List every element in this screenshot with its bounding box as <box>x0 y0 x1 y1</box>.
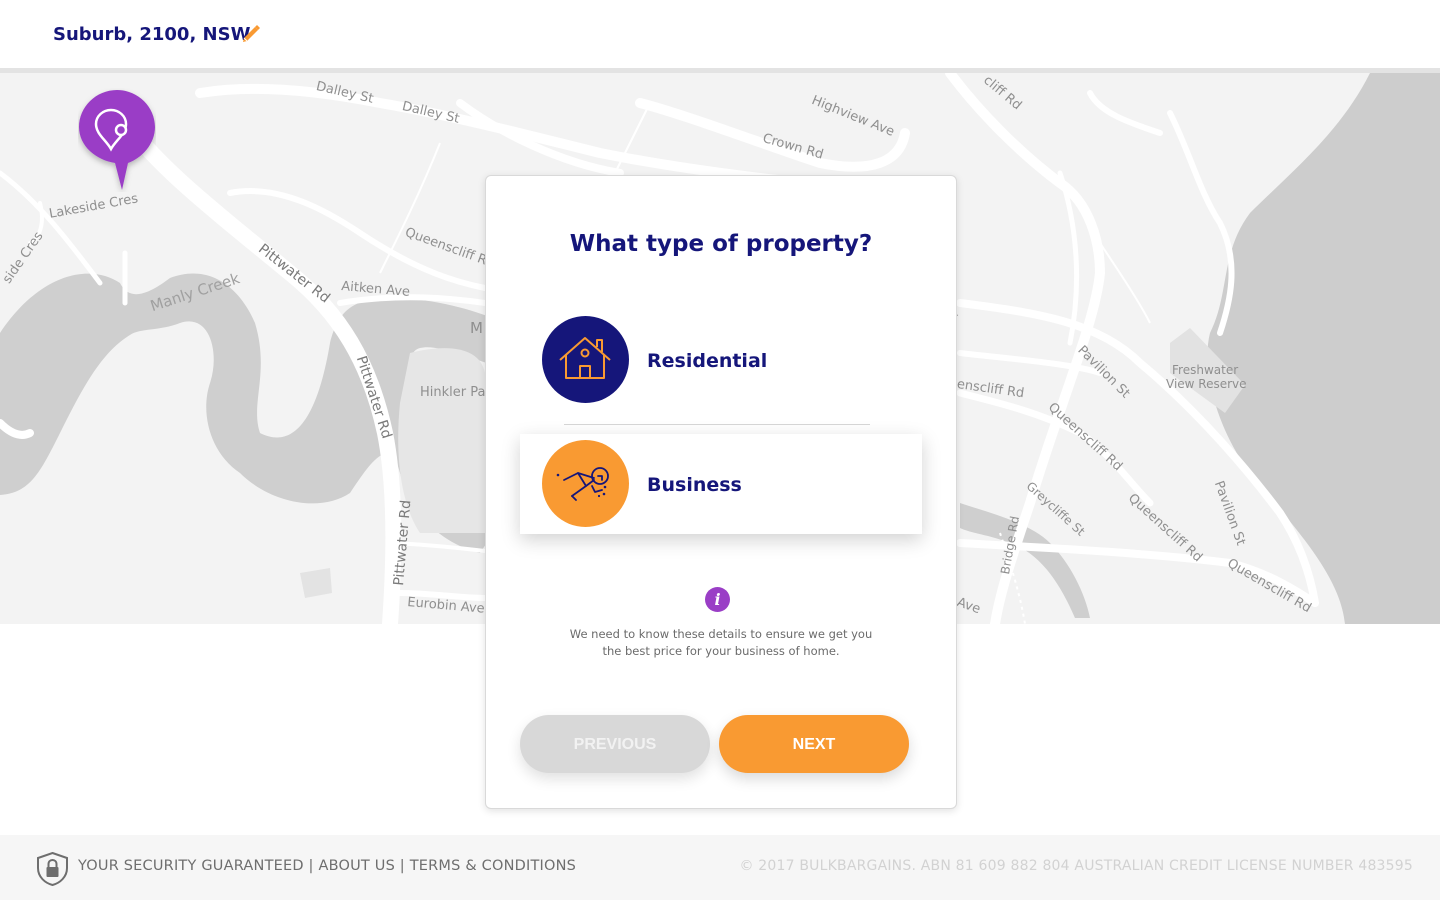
map-label: Hinkler Pa <box>420 385 486 400</box>
option-divider <box>564 424 870 425</box>
previous-button[interactable]: PREVIOUS <box>520 715 710 773</box>
info-line: the best price for your business of home… <box>602 644 840 658</box>
info-line: We need to know these details to ensure … <box>569 627 873 641</box>
shield-lock-icon <box>36 851 69 887</box>
map-label: View Reserve <box>1166 377 1247 391</box>
pencil-icon[interactable] <box>240 22 262 44</box>
footer-links: YOUR SECURITY GUARANTEED | ABOUT US | TE… <box>78 858 576 874</box>
option-label: Residential <box>647 350 768 372</box>
option-label: Business <box>647 474 742 496</box>
house-icon <box>542 316 629 403</box>
info-text: We need to know these details to ensure … <box>556 626 886 660</box>
map-pin-icon[interactable] <box>78 88 156 192</box>
next-button[interactable]: NEXT <box>719 715 909 773</box>
card-title: What type of property? <box>569 231 873 257</box>
business-icon <box>542 440 629 527</box>
location-label: Suburb, 2100, NSW <box>53 24 251 45</box>
separator: | <box>399 858 405 874</box>
option-residential[interactable]: Residential <box>520 310 922 410</box>
info-icon: i <box>705 587 730 612</box>
map-label: Freshwater <box>1172 363 1239 377</box>
property-type-card: What type of property? Residential Busin… <box>485 175 957 809</box>
map-label: M <box>470 319 483 337</box>
copyright-text: © 2017 BULKBARGAINS. ABN 81 609 882 804 … <box>739 858 1413 874</box>
header-bar: Suburb, 2100, NSW <box>0 0 1440 68</box>
footer: YOUR SECURITY GUARANTEED | ABOUT US | TE… <box>0 835 1440 900</box>
terms-link[interactable]: TERMS & CONDITIONS <box>410 858 576 874</box>
separator: | <box>308 858 314 874</box>
about-link[interactable]: ABOUT US <box>318 858 395 874</box>
option-business[interactable]: Business <box>520 434 922 534</box>
security-link[interactable]: YOUR SECURITY GUARANTEED <box>78 858 304 874</box>
